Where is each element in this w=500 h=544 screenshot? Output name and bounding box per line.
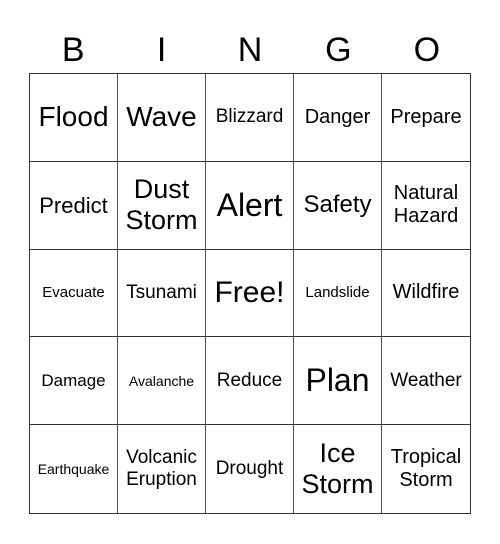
bingo-cell[interactable]: Blizzard [206,74,294,162]
bingo-header: B I N G O [29,28,471,72]
bingo-cell[interactable]: Ice Storm [294,425,382,513]
header-letter-g: G [325,31,352,69]
bingo-cell[interactable]: Avalanche [118,337,206,426]
bingo-cell[interactable]: Danger [294,74,382,162]
bingo-cell[interactable]: Prepare [382,74,470,162]
bingo-cell[interactable]: Damage [30,337,118,426]
bingo-cell[interactable]: Flood [30,74,118,162]
bingo-cell[interactable]: Alert [206,161,294,250]
bingo-grid: Flood Wave Blizzard Danger Prepare Predi… [29,73,471,514]
bingo-cell[interactable]: Natural Hazard [382,162,470,250]
bingo-cell[interactable]: Wildfire [382,250,470,338]
bingo-cell[interactable]: Dust Storm [118,161,206,250]
bingo-cell[interactable]: Volcanic Eruption [118,425,206,513]
header-letter-n: N [237,31,263,69]
header-letter-i: I [156,31,167,69]
bingo-free-cell[interactable]: Free! [206,249,294,338]
bingo-cell[interactable]: Weather [382,337,470,426]
bingo-cell[interactable]: Tsunami [118,249,206,338]
bingo-cell[interactable]: Safety [294,161,382,250]
header-letter-o: O [413,31,441,69]
bingo-cell[interactable]: Tropical Storm [382,425,470,513]
bingo-cell[interactable]: Wave [118,74,206,162]
bingo-cell[interactable]: Evacuate [30,249,118,338]
bingo-cell[interactable]: Drought [206,425,294,513]
bingo-cell[interactable]: Plan [294,337,382,426]
header-letter-b: B [61,31,85,69]
bingo-cell[interactable]: Reduce [206,337,294,426]
bingo-cell[interactable]: Landslide [294,249,382,338]
bingo-cell[interactable]: Earthquake [30,425,118,513]
bingo-cell[interactable]: Predict [30,161,118,250]
